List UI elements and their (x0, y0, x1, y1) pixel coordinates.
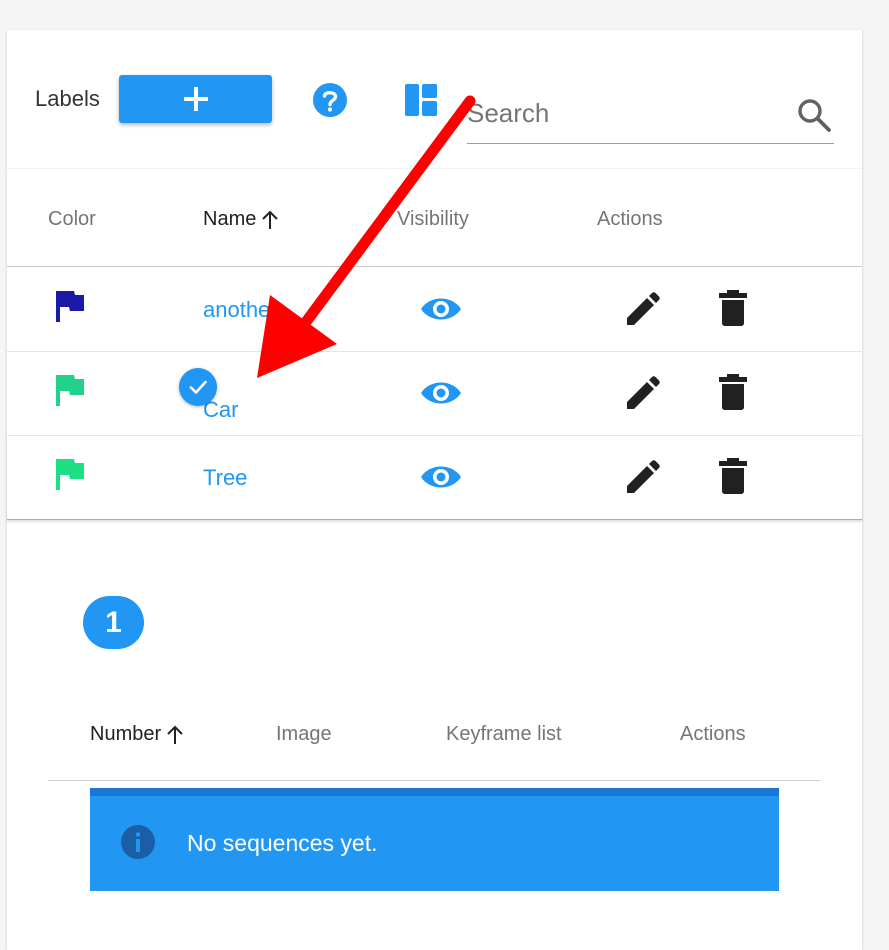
pencil-icon[interactable] (623, 457, 663, 497)
label-name-link[interactable]: Tree (203, 465, 247, 491)
labels-title: Labels (35, 86, 100, 111)
flag-icon (56, 375, 84, 406)
column-header-color: Color (48, 208, 96, 230)
column-header-visibility: Visibility (397, 208, 469, 230)
arrow-up-icon (262, 210, 279, 229)
flag-icon (56, 291, 84, 322)
pencil-icon[interactable] (623, 373, 663, 413)
label-row: Tree (7, 435, 862, 520)
page-number-badge[interactable]: 1 (83, 596, 144, 649)
column-header-actions: Actions (597, 208, 663, 230)
pencil-icon[interactable] (623, 289, 663, 329)
label-row: another (7, 267, 862, 352)
alert-top-border (90, 788, 779, 796)
selected-check-badge[interactable] (179, 368, 217, 406)
column-header-name[interactable]: Name (203, 208, 279, 231)
view-dashboard-icon[interactable] (404, 83, 438, 117)
search-icon[interactable] (796, 97, 832, 133)
trash-icon[interactable] (716, 289, 750, 327)
help-circle-icon[interactable] (312, 82, 348, 118)
column-header-number-label: Number (90, 723, 162, 745)
empty-sequences-message: No sequences yet. (187, 830, 378, 856)
arrow-up-icon (167, 725, 183, 744)
labels-card: Labels Color Name Visibility Actions (7, 30, 862, 950)
check-icon (189, 380, 207, 394)
column-header-number[interactable]: Number (90, 723, 184, 746)
eye-icon[interactable] (419, 455, 463, 499)
trash-icon[interactable] (716, 373, 750, 411)
label-row: Car (7, 351, 862, 436)
column-header-actions: Actions (680, 723, 746, 745)
flag-icon (56, 459, 84, 490)
toolbar-divider (7, 168, 862, 169)
label-name-link[interactable]: another (203, 297, 278, 323)
column-header-name-label: Name (203, 208, 257, 230)
eye-icon[interactable] (419, 287, 463, 331)
empty-sequences-alert: No sequences yet. (90, 788, 779, 891)
column-header-keyframe-list: Keyframe list (446, 723, 562, 745)
info-icon (121, 825, 155, 859)
eye-icon[interactable] (419, 371, 463, 415)
search-input[interactable] (467, 96, 787, 130)
trash-icon[interactable] (716, 457, 750, 495)
plus-icon (183, 87, 208, 111)
sequences-header-divider (48, 780, 820, 781)
search-field (467, 96, 834, 144)
column-header-image: Image (276, 723, 332, 745)
add-label-button[interactable] (119, 75, 272, 123)
